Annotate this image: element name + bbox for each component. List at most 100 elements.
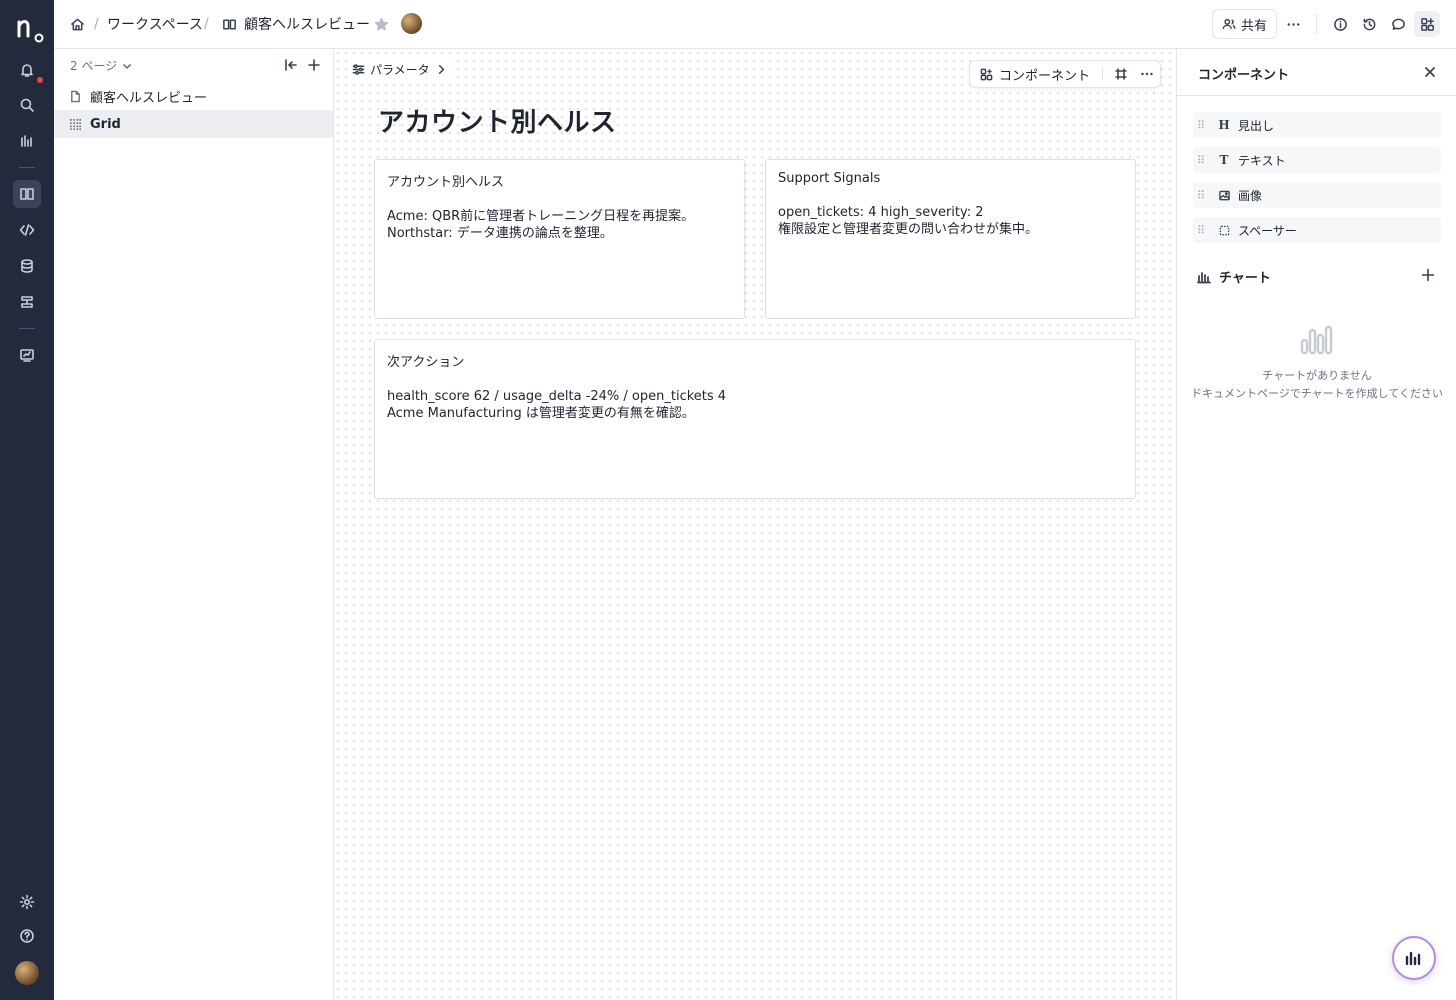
notification-badge [37,77,43,83]
card-line: health_score 62 / usage_delta -24% / ope… [387,389,727,404]
page-item-label: Grid [90,116,121,132]
grid-card-account-health[interactable]: アカウント別ヘルス Acme: QBR前に管理者トレーニング日程を再提案。 No… [374,159,745,319]
collapse-panel-icon[interactable] [282,56,300,74]
app-rail [0,0,54,1000]
info-icon[interactable] [1327,11,1353,37]
settings-gear-icon[interactable] [13,888,41,916]
collaborator-avatar[interactable] [401,13,422,34]
card-line: Northstar: データ連携の論点を整理。 [387,226,613,241]
code-icon[interactable] [13,216,41,244]
card-body: open_tickets: 4 high_severity: 2 権限設定と管理… [778,204,1123,238]
assistant-fab-button[interactable] [1392,936,1436,980]
component-label: 見出し [1238,118,1275,133]
card-title: アカウント別ヘルス [387,175,505,190]
card-line: open_tickets: 4 high_severity: 2 [778,205,984,220]
pages-panel: 2 ページ 顧客ヘルスレビュー Grid [54,49,334,1000]
card-title: Support Signals [778,171,881,186]
ai-assistant-icon[interactable] [13,127,41,155]
favorite-star-icon[interactable] [374,0,389,48]
grid-card-support-signals[interactable]: Support Signals open_tickets: 4 high_sev… [765,159,1136,319]
parameters-label: パラメータ [370,63,430,77]
chevron-right-icon [438,65,445,74]
home-icon[interactable] [70,0,85,48]
component-label: スペーサー [1238,223,1297,238]
card-line: Acme Manufacturing は管理者変更の有無を確認。 [387,406,695,421]
workflows-icon[interactable] [13,288,41,316]
page-title[interactable]: アカウント別ヘルス [378,102,617,139]
more-options-icon[interactable] [1139,66,1155,82]
share-button[interactable]: 共有 [1212,9,1277,39]
text-icon: T [1219,153,1229,167]
add-chart-icon[interactable] [1421,267,1437,283]
spacer-icon [1216,225,1232,236]
assistant-logo-icon [1405,951,1421,966]
canvas-toolbar: コンポーネント [969,60,1161,88]
more-options-icon[interactable] [1280,11,1306,37]
pages-count-dropdown[interactable]: 2 ページ [70,57,133,74]
card-line: 権限設定と管理者変更の問い合わせが集中。 [778,222,1039,237]
close-icon[interactable] [1421,63,1439,81]
breadcrumb-document[interactable]: 顧客ヘルスレビュー [244,0,370,48]
toolbar-divider [1102,67,1103,81]
topbar-divider [1316,14,1317,34]
component-image[interactable]: ⠿ 画像 [1193,182,1441,208]
users-icon [1222,18,1236,29]
components-panel-toggle-icon[interactable] [1414,11,1440,37]
pages-count-label: 2 ページ [70,59,118,73]
drag-handle-icon[interactable]: ⠿ [1197,189,1211,202]
documents-book-icon[interactable] [13,180,41,208]
sliders-icon [352,64,365,75]
parameters-toggle[interactable]: パラメータ [350,60,450,79]
empty-state-hint: ドキュメントページでチャートを作成してください [1190,387,1443,400]
card-line: Acme: QBR前に管理者トレーニング日程を再提案。 [387,209,695,224]
component-button-label: コンポーネント [999,68,1091,84]
grid-canvas: パラメータ コンポーネント アカウント別ヘルス アカウント別ヘルス Acme: … [334,49,1176,1000]
frame-icon[interactable] [1113,66,1129,82]
image-icon [1216,190,1232,201]
components-panel: コンポーネント ⠿ H 見出し ⠿ T テキスト ⠿ 画像 ⠿ スペーサー チャ… [1176,49,1456,1000]
component-spacer[interactable]: ⠿ スペーサー [1193,217,1441,243]
component-heading[interactable]: ⠿ H 見出し [1193,112,1441,138]
breadcrumb-separator: / [204,16,209,32]
components-icon [980,68,993,80]
drag-handle-icon[interactable]: ⠿ [1197,119,1211,132]
help-icon[interactable] [13,922,41,950]
bar-chart-icon [1197,271,1211,283]
database-icon[interactable] [13,252,41,280]
panel-divider [1177,95,1456,96]
page-item-document[interactable]: 顧客ヘルスレビュー [54,82,333,110]
rail-divider [19,167,35,168]
heading-icon: H [1218,118,1230,132]
history-icon[interactable] [1356,11,1382,37]
page-item-grid[interactable]: Grid [54,110,333,138]
dashboard-monitor-icon[interactable] [13,341,41,369]
chevron-down-icon [123,63,132,69]
components-panel-title: コンポーネント [1198,68,1290,83]
breadcrumb-separator: / [94,16,99,32]
charts-section-label: チャート [1219,271,1271,286]
search-icon[interactable] [13,91,41,119]
add-page-icon[interactable] [305,56,323,74]
card-title: 次アクション [387,355,465,370]
grid-icon [69,118,82,130]
empty-state-title: チャートがありません [1262,369,1372,382]
book-icon [222,0,237,48]
component-button[interactable]: コンポーネント [980,61,1090,87]
component-text[interactable]: ⠿ T テキスト [1193,147,1441,173]
breadcrumb-workspace[interactable]: ワークスペース [107,0,203,48]
charts-section-header: チャート [1197,267,1271,286]
component-label: テキスト [1238,153,1286,168]
grid-card-next-actions[interactable]: 次アクション health_score 62 / usage_delta -24… [374,339,1136,499]
app-logo[interactable] [14,14,44,44]
component-label: 画像 [1238,188,1263,203]
card-body: health_score 62 / usage_delta -24% / ope… [387,388,1123,422]
rail-divider [19,328,35,329]
drag-handle-icon[interactable]: ⠿ [1197,154,1211,167]
drag-handle-icon[interactable]: ⠿ [1197,224,1211,237]
comments-icon[interactable] [1385,11,1411,37]
user-avatar[interactable] [15,961,39,985]
document-icon [71,90,80,102]
page-item-label: 顧客ヘルスレビュー [90,90,208,106]
top-bar: / ワークスペース / 顧客ヘルスレビュー 共有 [54,0,1456,49]
empty-chart-icon [1299,325,1333,355]
